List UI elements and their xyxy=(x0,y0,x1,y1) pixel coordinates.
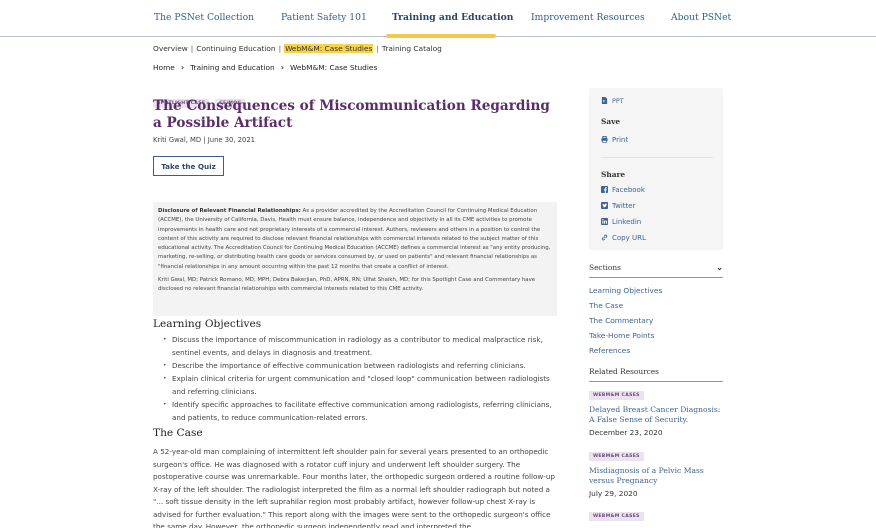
subnav-training-catalog[interactable]: Training Catalog xyxy=(382,44,442,53)
chevron-right-icon: › xyxy=(180,63,185,72)
linkedin-label: Linkedin xyxy=(612,218,642,226)
breadcrumb: Home › Training and Education › WebM&M: Case… xyxy=(153,63,377,72)
section-link-learning-objectives[interactable]: Learning Objectives xyxy=(589,286,662,295)
share-heading: Share xyxy=(601,170,626,179)
objective-item: Discuss the importance of miscommunicati… xyxy=(163,333,561,359)
sub-navigation: Overview | Continuing Education | WebM&M: Ca… xyxy=(153,44,442,53)
ppt-label: PPT xyxy=(612,97,624,105)
chevron-down-icon: ⌄ xyxy=(716,262,723,272)
facebook-icon xyxy=(601,186,608,193)
related-tag[interactable]: WEBM&M CASES xyxy=(589,391,644,400)
copy-url-label: Copy URL xyxy=(612,234,646,242)
article-byline: Kriti Gwal, MD | June 30, 2021 xyxy=(153,136,255,144)
subnav-overview[interactable]: Overview xyxy=(153,44,188,53)
nav-training-and-education[interactable]: Training and Education xyxy=(392,12,513,23)
related-resources-heading: Related Resources xyxy=(589,367,659,376)
share-linkedin-link[interactable]: Linkedin xyxy=(601,218,641,226)
share-facebook-link[interactable]: Facebook xyxy=(601,186,645,194)
nav-improvement-resources[interactable]: Improvement Resources xyxy=(531,12,645,23)
link-icon xyxy=(601,234,608,241)
copy-url-button[interactable]: Copy URL xyxy=(601,234,646,242)
share-twitter-link[interactable]: Twitter xyxy=(601,202,635,210)
related-tag[interactable]: WEBM&M CASES xyxy=(589,512,644,521)
related-article-date: December 23, 2020 xyxy=(589,428,663,437)
nav-about-psnet[interactable]: About PSNet xyxy=(671,12,731,23)
related-tag[interactable]: WEBM&M CASES xyxy=(589,452,644,461)
disclosure-box: Disclosure of Relevant Financial Relatio… xyxy=(153,202,557,316)
print-label: Print xyxy=(612,136,629,144)
learning-objectives-list: Discuss the importance of miscommunicati… xyxy=(163,333,561,424)
save-heading: Save xyxy=(601,117,621,126)
related-article-date: July 29, 2020 xyxy=(589,489,638,498)
nav-psnet-collection[interactable]: The PSNet Collection xyxy=(154,12,254,23)
sections-heading: Sections xyxy=(589,263,621,272)
nav-patient-safety-101[interactable]: Patient Safety 101 xyxy=(281,12,367,23)
linkedin-icon xyxy=(601,218,608,225)
related-article-link[interactable]: Delayed Breast Cancer Diagnosis: A False… xyxy=(589,405,723,425)
breadcrumb-training-and-education[interactable]: Training and Education xyxy=(190,63,275,72)
print-icon xyxy=(601,136,608,143)
disclosure-paragraph: Disclosure of Relevant Financial Relatio… xyxy=(158,207,552,272)
active-tab-indicator xyxy=(386,34,496,38)
the-case-heading: The Case xyxy=(153,427,203,439)
related-article-link[interactable]: Misdiagnosis of a Pelvic Mass versus Pre… xyxy=(589,466,723,486)
breadcrumb-webmm-case-studies[interactable]: WebM&M: Case Studies xyxy=(290,63,377,72)
take-quiz-button[interactable]: Take the Quiz xyxy=(153,156,224,176)
disclosure-text: As a provider accredited by the Accredit… xyxy=(158,208,551,270)
top-navigation: The PSNet Collection Patient Safety 101 … xyxy=(0,0,876,38)
section-link-the-commentary[interactable]: The Commentary xyxy=(589,316,653,325)
facebook-label: Facebook xyxy=(612,186,645,194)
section-link-take-home-points[interactable]: Take-Home Points xyxy=(589,331,654,340)
page-title: The Consequences of Miscommunication Reg… xyxy=(153,98,550,131)
print-button[interactable]: Print xyxy=(601,136,628,144)
svg-text:P: P xyxy=(603,100,605,104)
subnav-webmm-case-studies[interactable]: WebM&M: Case Studies xyxy=(284,44,374,53)
learning-objectives-heading: Learning Objectives xyxy=(153,318,262,330)
objective-item: Explain clinical criteria for urgent com… xyxy=(163,372,561,398)
breadcrumb-home[interactable]: Home xyxy=(153,63,175,72)
objective-item: Identify specific approaches to facilita… xyxy=(163,398,561,424)
separator: | xyxy=(190,44,194,53)
sections-divider xyxy=(589,277,723,278)
authors-disclosure: Kriti Gwal, MD; Patrick Romano, MD, MPH;… xyxy=(158,277,536,293)
sections-toggle[interactable]: Sections ⌄ xyxy=(589,262,723,272)
separator: | xyxy=(278,44,282,53)
twitter-label: Twitter xyxy=(612,202,636,210)
section-link-references[interactable]: References xyxy=(589,346,630,355)
chevron-right-icon: › xyxy=(280,63,284,72)
objective-item: Describe the importance of effective com… xyxy=(163,359,561,372)
sidebar-divider xyxy=(601,157,713,158)
file-powerpoint-icon: P xyxy=(601,97,608,104)
separator: | xyxy=(376,44,379,53)
subnav-continuing-education[interactable]: Continuing Education xyxy=(196,44,275,53)
related-divider xyxy=(589,381,723,382)
twitter-icon xyxy=(601,202,608,209)
case-text: A 52-year-old man complaining of intermi… xyxy=(153,447,555,528)
section-link-the-case[interactable]: The Case xyxy=(589,301,623,310)
disclosure-label: Disclosure of Relevant Financial Relatio… xyxy=(158,208,301,214)
ppt-download-link[interactable]: P PPT xyxy=(601,97,624,105)
